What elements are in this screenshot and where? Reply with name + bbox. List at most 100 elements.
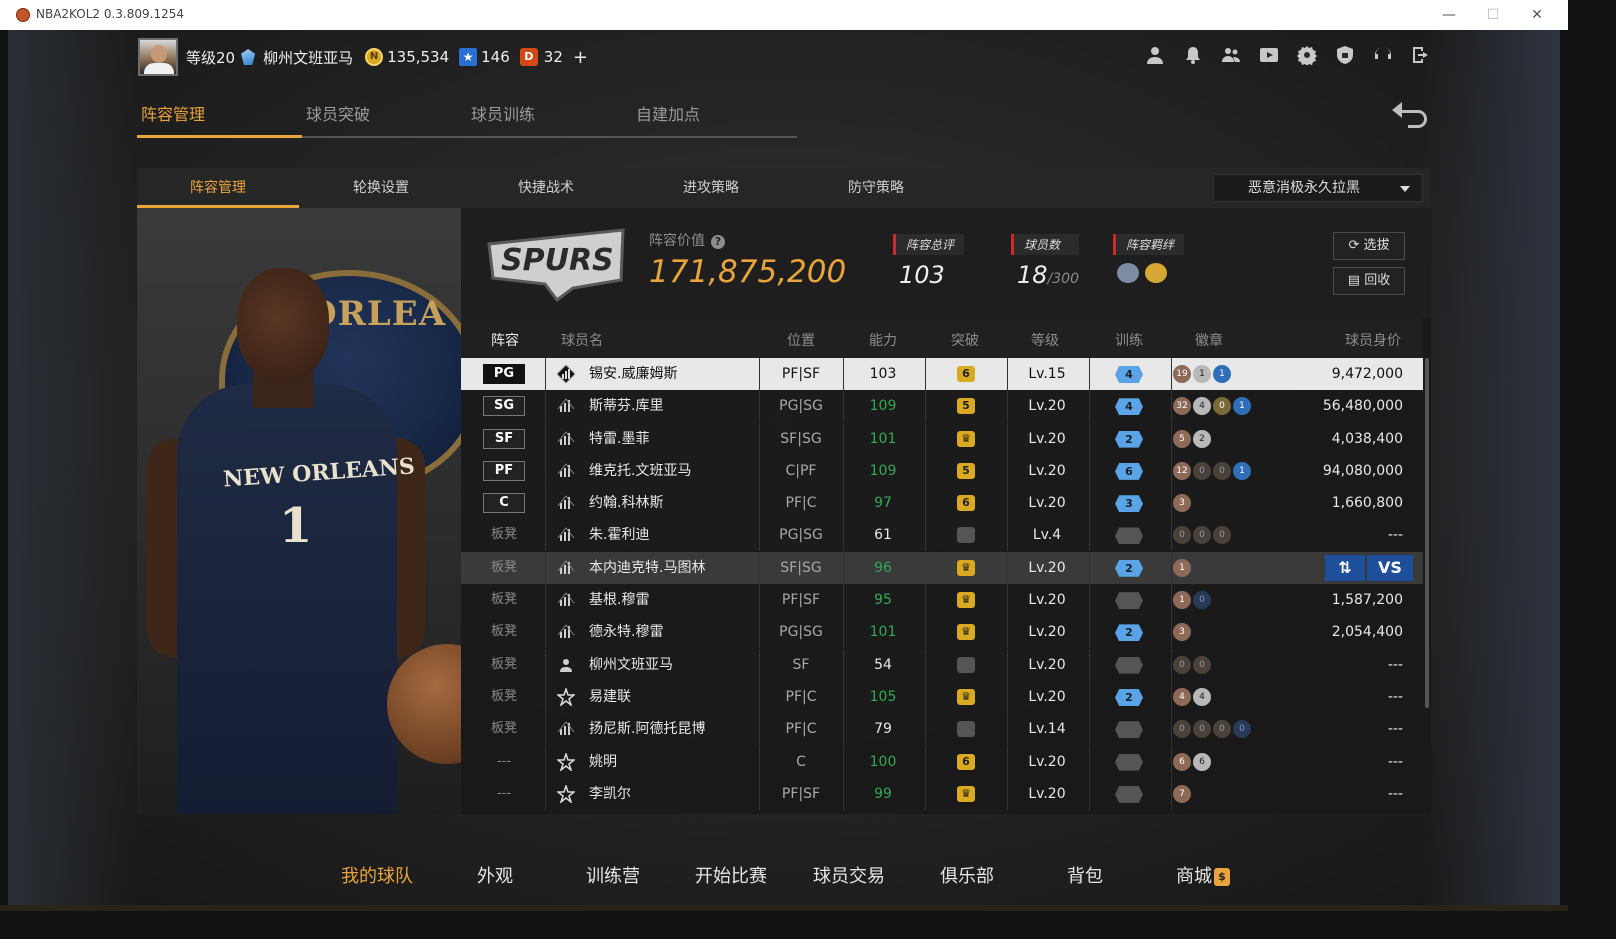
position-slot-badge[interactable]: SG	[483, 396, 525, 417]
avatar[interactable]	[138, 38, 178, 76]
close-button[interactable]: ✕	[1522, 4, 1552, 26]
badge-icon: 0	[1193, 655, 1211, 674]
nav-my-team[interactable]: 我的球队	[318, 862, 436, 888]
table-row[interactable]: --- 李凯尔 PF|SF 99 ♛ Lv.20 7 ---	[461, 777, 1423, 810]
player-price: 4,038,400	[1331, 430, 1403, 447]
nav-player-trade[interactable]: 球员交易	[790, 862, 908, 888]
table-row[interactable]: --- 姚明 C 100 6 Lv.20 6 6 ---	[461, 745, 1423, 778]
logout-icon[interactable]	[1410, 44, 1432, 66]
video-icon[interactable]	[1258, 44, 1280, 66]
player-name[interactable]: 约翰.科林斯	[589, 487, 663, 519]
nav-start-game[interactable]: 开始比赛	[672, 862, 790, 888]
blacklist-dropdown[interactable]: 恶意消极永久拉黑	[1213, 174, 1423, 202]
swap-button[interactable]: ⇅	[1325, 554, 1365, 581]
player-ability: 101	[869, 430, 897, 447]
card-type-icon	[557, 656, 575, 674]
player-name[interactable]: 基根.穆雷	[589, 584, 649, 616]
subtab-lineup[interactable]: 阵容管理	[137, 168, 299, 208]
bell-icon[interactable]	[1182, 44, 1204, 66]
col-name[interactable]: 球员名	[561, 330, 603, 350]
badge-list: 52	[1173, 429, 1211, 448]
col-ability[interactable]: 能力	[869, 330, 897, 350]
nav-shop[interactable]: 商城 $	[1144, 862, 1262, 888]
player-name[interactable]: 易建联	[589, 681, 631, 713]
table-row[interactable]: SG 斯蒂芬.库里 PG|SG 109 5 Lv.20 4 32 4 0 1 56,480,000	[461, 390, 1423, 423]
position-slot-badge[interactable]: PG	[483, 364, 525, 384]
nav-training-camp[interactable]: 训练营	[554, 862, 672, 888]
table-row[interactable]: SF 特雷.墨菲 SF|SG 101 ♛ Lv.20 2 5 2 4,038,400	[461, 422, 1423, 455]
recycle-button[interactable]: ▤ 回收	[1333, 267, 1405, 295]
position-slot-badge[interactable]: PF	[483, 460, 525, 481]
breakthrough-badge: ♛	[957, 624, 975, 641]
col-badges[interactable]: 徽章	[1195, 330, 1223, 350]
players-label: 球员数	[1011, 234, 1079, 255]
star-icon: ★	[459, 48, 478, 66]
training-badge: 3	[1115, 495, 1143, 513]
table-row[interactable]: 板凳 柳州文班亚马 SF 54 Lv.20 0 0 ---	[461, 648, 1423, 681]
col-training[interactable]: 训练	[1115, 330, 1143, 350]
player-name[interactable]: 斯蒂芬.库里	[589, 390, 663, 422]
support-icon[interactable]	[1372, 44, 1394, 66]
maximize-button[interactable]: ☐	[1478, 4, 1508, 26]
player-ability: 101	[869, 624, 897, 641]
table-row[interactable]: 板凳 基根.穆雷 PF|SF 95 ♛ Lv.20 1 0 1,587,200	[461, 584, 1423, 617]
star-count: 146	[481, 48, 510, 66]
security-icon[interactable]	[1334, 44, 1356, 66]
col-position[interactable]: 位置	[787, 330, 815, 350]
player-name[interactable]: 扬尼斯.阿德托昆博	[589, 713, 705, 745]
player-name[interactable]: 维克托.文班亚马	[589, 455, 691, 487]
table-row[interactable]: C 约翰.科林斯 PF|C 97 6 Lv.20 3 3 1,660,800	[461, 487, 1423, 520]
table-row[interactable]: 板凳 本内迪克特.马图林 SF|SG 96 ♛ Lv.20 2 1 ⇅ VS	[461, 551, 1423, 585]
profile-icon[interactable]	[1144, 44, 1166, 66]
settings-icon[interactable]	[1296, 44, 1318, 66]
player-name[interactable]: 姚明	[589, 746, 617, 778]
help-icon[interactable]: ?	[711, 235, 725, 249]
compare-button[interactable]: VS	[1367, 554, 1413, 581]
table-row[interactable]: 板凳 扬尼斯.阿德托昆博 PF|C 79 Lv.14 0 0 0 0 ---	[461, 713, 1423, 746]
nav-appearance[interactable]: 外观	[436, 862, 554, 888]
table-row[interactable]: PF 维克托.文班亚马 C|PF 109 5 Lv.20 6 12 0 0 1 94,080,000	[461, 454, 1423, 487]
player-name[interactable]: 本内迪克特.马图林	[589, 552, 705, 584]
nav-club[interactable]: 俱乐部	[908, 862, 1026, 888]
col-level[interactable]: 等级	[1031, 330, 1059, 350]
col-price[interactable]: 球员身价	[1345, 330, 1401, 350]
player-name[interactable]: 李凯尔	[589, 778, 631, 810]
player-name[interactable]: 朱.霍利迪	[589, 519, 649, 551]
add-currency-button[interactable]: +	[573, 47, 588, 68]
table-row[interactable]: PG 锡安.威廉姆斯 PF|SF 103 6 Lv.15 4 19 1 1 9,472,000	[461, 358, 1423, 391]
subtab-defense[interactable]: 防守策略	[795, 168, 957, 208]
player-level: Lv.20	[1028, 624, 1066, 641]
players-stat: 球员数 18/300	[1011, 234, 1079, 289]
table-row[interactable]: 板凳 朱.霍利迪 PG|SG 61 Lv.4 0 0 0 ---	[461, 519, 1423, 552]
subtab-rotation[interactable]: 轮换设置	[300, 168, 462, 208]
position-slot-badge[interactable]: SF	[483, 428, 525, 449]
player-ability: 54	[874, 656, 892, 673]
col-breakthrough[interactable]: 突破	[951, 330, 979, 350]
back-icon[interactable]	[1388, 98, 1432, 128]
subtab-quick-tactics[interactable]: 快捷战术	[465, 168, 627, 208]
bond-team-icon[interactable]	[1117, 263, 1139, 283]
player-name[interactable]: 德永特.穆雷	[589, 616, 663, 648]
player-name[interactable]: 柳州文班亚马	[589, 649, 673, 681]
player-price: ---	[1387, 656, 1403, 673]
player-position: SF|SG	[780, 430, 822, 447]
table-row[interactable]: 板凳 易建联 PF|C 105 ♛ Lv.20 2 4 4 ---	[461, 680, 1423, 713]
tab-custom-points[interactable]: 自建加点	[632, 100, 797, 138]
nav-backpack[interactable]: 背包	[1026, 862, 1144, 888]
subtab-offense[interactable]: 进攻策略	[630, 168, 792, 208]
tab-training[interactable]: 球员训练	[467, 100, 632, 138]
breakthrough-badge: ♛	[957, 430, 975, 447]
col-lineup[interactable]: 阵容	[491, 330, 519, 350]
position-slot-badge[interactable]: C	[483, 493, 525, 514]
table-row[interactable]: 板凳 德永特.穆雷 PG|SG 101 ♛ Lv.20 2 3 2,054,400	[461, 616, 1423, 649]
player-name[interactable]: 锡安.威廉姆斯	[589, 358, 677, 390]
player-name[interactable]: 特雷.墨菲	[589, 423, 649, 455]
select-button[interactable]: ⟳ 选拔	[1333, 232, 1405, 260]
minimize-button[interactable]: —	[1434, 4, 1464, 26]
tab-breakthrough[interactable]: 球员突破	[302, 100, 467, 138]
badge-icon: 6	[1173, 752, 1191, 771]
table-scrollbar[interactable]	[1425, 358, 1429, 708]
friends-icon[interactable]	[1220, 44, 1242, 66]
bond-gold-icon[interactable]	[1145, 263, 1167, 283]
tab-lineup[interactable]: 阵容管理	[137, 100, 302, 138]
